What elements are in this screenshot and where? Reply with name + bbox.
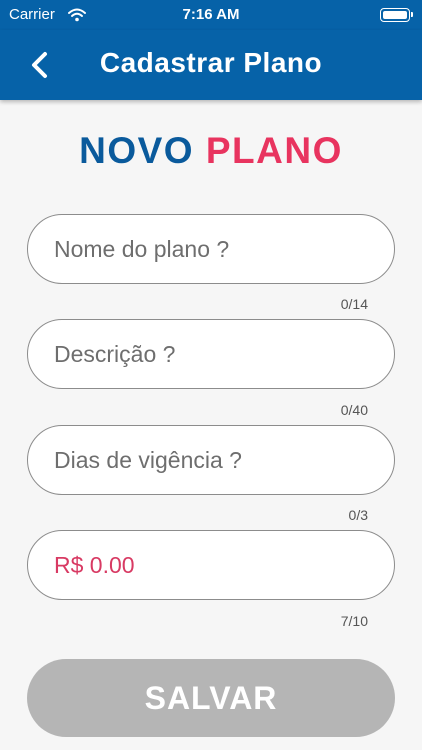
heading-novo: NOVO bbox=[79, 130, 195, 171]
nav-bar: Cadastrar Plano bbox=[0, 30, 422, 100]
validity-days-counter: 0/3 bbox=[348, 507, 368, 523]
price-field bbox=[27, 530, 395, 600]
plan-name-field bbox=[27, 214, 395, 284]
clock-time: 7:16 AM bbox=[182, 6, 240, 23]
screen: Carrier 7:16 AM Cadastrar Plano NOVO PLA… bbox=[0, 0, 422, 750]
page-title: Cadastrar Plano bbox=[99, 47, 323, 78]
plan-name-input[interactable] bbox=[28, 215, 394, 283]
description-field bbox=[27, 319, 395, 389]
description-counter: 0/40 bbox=[340, 402, 368, 418]
validity-days-field bbox=[27, 425, 395, 495]
validity-days-input[interactable] bbox=[28, 426, 394, 494]
battery-icon bbox=[380, 8, 413, 22]
form-heading: NOVO PLANO bbox=[0, 130, 422, 172]
price-input[interactable] bbox=[28, 531, 394, 599]
status-bar: Carrier 7:16 AM bbox=[0, 0, 422, 30]
plan-name-counter: 0/14 bbox=[340, 296, 368, 312]
price-counter: 7/10 bbox=[340, 613, 368, 629]
heading-plano: PLANO bbox=[205, 130, 343, 171]
save-button[interactable]: SALVAR bbox=[27, 659, 395, 737]
description-input[interactable] bbox=[28, 320, 394, 388]
